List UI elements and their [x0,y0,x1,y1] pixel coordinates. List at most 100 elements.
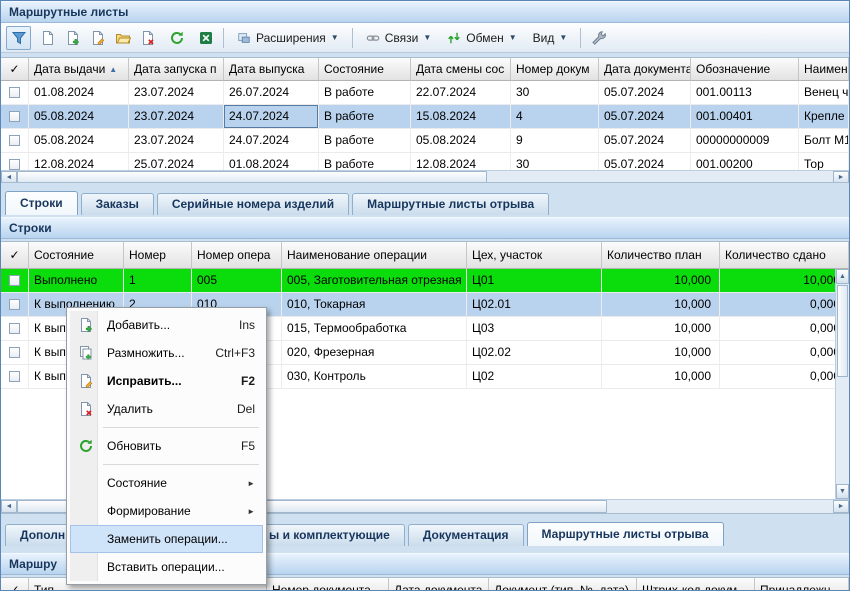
lines-section-header: Строки [1,217,849,239]
delete-document-button[interactable] [135,26,160,50]
column-header-doc-number[interactable]: Номер документа [267,578,389,591]
column-header-date-start[interactable]: Дата запуска п [129,58,224,81]
route-table-row[interactable]: 01.08.2024 23.07.2024 26.07.2024 В работ… [1,81,849,105]
route-table-hscrollbar[interactable]: ◄ ► [1,170,849,183]
menu-item-state[interactable]: Состояние ► [70,469,263,497]
add-document-icon [78,317,94,333]
excel-export-button[interactable] [193,26,218,50]
detail-tabs: Строки Заказы Серийные номера изделий Ма… [1,191,849,215]
vscroll-thumb[interactable] [837,285,848,377]
column-header-doc-date[interactable]: Дата документа [599,58,691,81]
context-menu: Добавить... Ins Размножить... Ctrl+F3 Ис… [66,307,267,585]
lines-table-row[interactable]: Выполнено 1 005 005, Заготовительная отр… [1,269,849,293]
column-header-date-release[interactable]: Дата выпуска [224,58,319,81]
extensions-icon [237,31,251,45]
column-header-date-issued[interactable]: Дата выдачи▲ [29,58,129,81]
row-checkbox[interactable] [9,275,20,286]
row-checkbox[interactable] [9,371,20,382]
column-header-workshop[interactable]: Цех, участок [467,242,602,269]
menu-item-replace-operations[interactable]: Заменить операции... [70,525,263,553]
add-document-button[interactable] [60,26,85,50]
scroll-up-icon[interactable]: ▲ [836,269,849,284]
links-menu-button[interactable]: Связи ▼ [358,26,440,50]
tab-tearoff-route-sheets-bottom[interactable]: Маршрутные листы отрыва [527,522,724,546]
column-header-operation-name[interactable]: Наименование операции [282,242,467,269]
tab-serial-numbers[interactable]: Серийные номера изделий [157,193,349,215]
chevron-down-icon: ▼ [331,34,339,42]
lines-section-title: Строки [9,221,52,235]
bottom-section-title: Маршру [9,557,57,571]
menu-item-duplicate[interactable]: Размножить... Ctrl+F3 [70,339,263,367]
column-header-qty-plan[interactable]: Количество план [602,242,720,269]
scroll-right-icon[interactable]: ► [833,500,849,513]
menu-item-forming[interactable]: Формирование ► [70,497,263,525]
tab-lines[interactable]: Строки [5,191,78,215]
tab-tearoff-route-sheets[interactable]: Маршрутные листы отрыва [352,193,549,215]
scroll-left-icon[interactable]: ◄ [1,171,17,183]
column-header-name[interactable]: Наимен [799,58,849,81]
column-header-designation[interactable]: Обозначение [691,58,799,81]
column-header-operation-number[interactable]: Номер опера [192,242,282,269]
menu-item-insert-operations[interactable]: Вставить операции... [70,553,263,581]
new-document-button[interactable] [35,26,60,50]
open-folder-icon [115,30,131,46]
toolbar-separator [352,28,353,48]
route-table-row[interactable]: 05.08.2024 23.07.2024 24.07.2024 В работ… [1,105,849,129]
refresh-icon [78,438,94,454]
select-all-header[interactable]: ✓ [1,578,29,591]
tab-orders[interactable]: Заказы [81,193,154,215]
lines-table-vscrollbar[interactable]: ▲ ▼ [835,269,849,499]
select-all-header[interactable]: ✓ [1,242,29,269]
edit-document-icon [90,30,106,46]
scroll-left-icon[interactable]: ◄ [1,500,17,513]
column-header-doc-number[interactable]: Номер докум [511,58,599,81]
route-table-header: ✓ Дата выдачи▲ Дата запуска п Дата выпус… [1,58,849,81]
edit-document-button[interactable] [85,26,110,50]
refresh-icon [169,30,185,46]
view-menu-button[interactable]: Вид ▼ [525,26,576,50]
row-checkbox[interactable] [9,347,20,358]
route-table-row[interactable]: 12.08.2024 25.07.2024 01.08.2024 В работ… [1,153,849,170]
row-checkbox[interactable] [9,159,20,170]
scroll-down-icon[interactable]: ▼ [836,484,849,499]
row-checkbox[interactable] [9,135,20,146]
column-header-state[interactable]: Состояние [29,242,124,269]
route-table-row[interactable]: 05.08.2024 23.07.2024 24.07.2024 В работ… [1,129,849,153]
sort-asc-icon: ▲ [109,65,117,74]
menu-item-edit[interactable]: Исправить... F2 [70,367,263,395]
settings-button[interactable] [586,26,611,50]
excel-icon [198,30,214,46]
tab-documentation[interactable]: Документация [408,524,524,546]
exchange-menu-button[interactable]: Обмен ▼ [439,26,524,50]
menu-item-refresh[interactable]: Обновить F5 [70,432,263,460]
filter-icon [11,30,27,46]
column-header-qty-done[interactable]: Количество сдано [720,242,849,269]
row-checkbox[interactable] [9,87,20,98]
extensions-menu-button[interactable]: Расширения ▼ [229,26,347,50]
column-header-doc-date[interactable]: Дата документа [389,578,489,591]
column-header-state-change-date[interactable]: Дата смены сос [411,58,511,81]
hscroll-thumb[interactable] [17,171,487,183]
column-header-belonging[interactable]: Принадлежн [755,578,849,591]
open-button[interactable] [110,26,135,50]
row-checkbox[interactable] [9,299,20,310]
row-checkbox[interactable] [9,111,20,122]
route-table-body: 01.08.2024 23.07.2024 26.07.2024 В работ… [1,81,849,170]
column-header-barcode[interactable]: Штрих-код докум [637,578,755,591]
scroll-right-icon[interactable]: ► [833,171,849,183]
edit-document-icon [78,373,94,389]
menu-separator [103,464,259,465]
row-checkbox[interactable] [9,323,20,334]
column-header-state[interactable]: Состояние [319,58,411,81]
column-header-number[interactable]: Номер [124,242,192,269]
refresh-button[interactable] [164,26,189,50]
menu-item-add[interactable]: Добавить... Ins [70,311,263,339]
delete-document-icon [140,30,156,46]
new-document-icon [40,30,56,46]
menu-item-delete[interactable]: Удалить Del [70,395,263,423]
window-titlebar: Маршрутные листы [1,1,849,23]
filter-button[interactable] [6,26,31,50]
select-all-header[interactable]: ✓ [1,58,29,81]
chevron-down-icon: ▼ [559,34,567,42]
column-header-document[interactable]: Документ (тип, №, дата) [489,578,637,591]
